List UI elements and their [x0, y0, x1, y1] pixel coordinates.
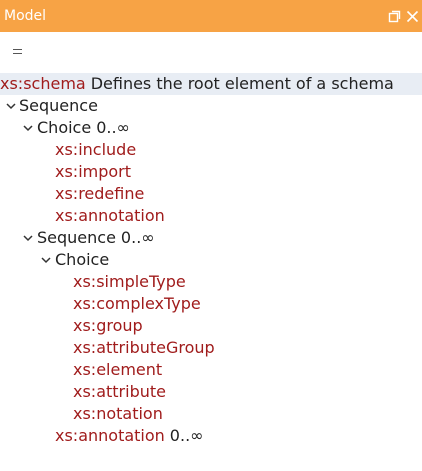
tree-leaf-label: xs:complexType: [73, 294, 201, 313]
tree-leaf-import[interactable]: xs:import: [0, 161, 422, 183]
tree-leaf-label: xs:group: [73, 316, 143, 335]
tree-node-sequence[interactable]: Sequence 0..∞: [0, 227, 422, 249]
tree-leaf-group[interactable]: xs:group: [0, 315, 422, 337]
tree-leaf-notation[interactable]: xs:notation: [0, 403, 422, 425]
tree-leaf-attributegroup[interactable]: xs:attributeGroup: [0, 337, 422, 359]
root-element-name: xs:schema: [0, 74, 86, 93]
occurrence-label: 0..∞: [120, 228, 155, 247]
tree-node-choice[interactable]: Choice: [0, 249, 422, 271]
tree-leaf-annotation[interactable]: xs:annotation: [0, 205, 422, 227]
tree-leaf-redefine[interactable]: xs:redefine: [0, 183, 422, 205]
tree-leaf-label: xs:attributeGroup: [73, 338, 215, 357]
tree-node-label: Choice: [55, 250, 110, 269]
tree-leaf-label: xs:simpleType: [73, 272, 186, 291]
root-element-row[interactable]: xs:schema Defines the root element of a s…: [0, 73, 422, 95]
window-title: Model: [4, 8, 47, 24]
model-panel: Model xs:schema Defines the root element …: [0, 0, 422, 471]
tree-leaf-element[interactable]: xs:element: [0, 359, 422, 381]
tree-node-sequence[interactable]: Sequence: [0, 95, 422, 117]
tree-leaf-attribute[interactable]: xs:attribute: [0, 381, 422, 403]
toolbar: [0, 32, 422, 70]
tree-node-label: Sequence: [19, 96, 98, 115]
tree-leaf-label: xs:include: [55, 140, 137, 159]
tree-leaf-label: xs:annotation: [55, 206, 165, 225]
tree-leaf-simpletype[interactable]: xs:simpleType: [0, 271, 422, 293]
chevron-down-icon[interactable]: [22, 232, 34, 244]
occurrence-label: 0..∞: [96, 118, 130, 137]
hamburger-menu-icon[interactable]: [8, 42, 26, 60]
tree-leaf-complextype[interactable]: xs:complexType: [0, 293, 422, 315]
tree-leaf-label: xs:element: [73, 360, 163, 379]
root-element-description: Defines the root element of a schema: [90, 74, 394, 93]
restore-window-icon[interactable]: [386, 8, 402, 24]
tree-leaf-annotation[interactable]: xs:annotation 0..∞: [0, 425, 422, 447]
tree-node-label: Choice: [37, 118, 92, 137]
tree-leaf-label: xs:import: [55, 162, 132, 181]
chevron-down-icon[interactable]: [5, 100, 17, 112]
tree-node-choice[interactable]: Choice 0..∞: [0, 117, 422, 139]
close-icon[interactable]: [404, 8, 420, 24]
window-controls: [386, 0, 420, 32]
chevron-down-icon[interactable]: [40, 254, 52, 266]
tree-leaf-label: xs:notation: [73, 404, 163, 423]
tree-leaf-label: xs:attribute: [73, 382, 166, 401]
tree-node-label: Sequence: [37, 228, 116, 247]
occurrence-label: 0..∞: [169, 426, 204, 445]
tree-leaf-label: xs:annotation: [55, 426, 165, 445]
chevron-down-icon[interactable]: [22, 122, 34, 134]
title-bar: Model: [0, 0, 422, 32]
model-tree: Sequence Choice 0..∞ xs:include xs:import…: [0, 95, 422, 447]
tree-leaf-include[interactable]: xs:include: [0, 139, 422, 161]
tree-leaf-label: xs:redefine: [55, 184, 145, 203]
